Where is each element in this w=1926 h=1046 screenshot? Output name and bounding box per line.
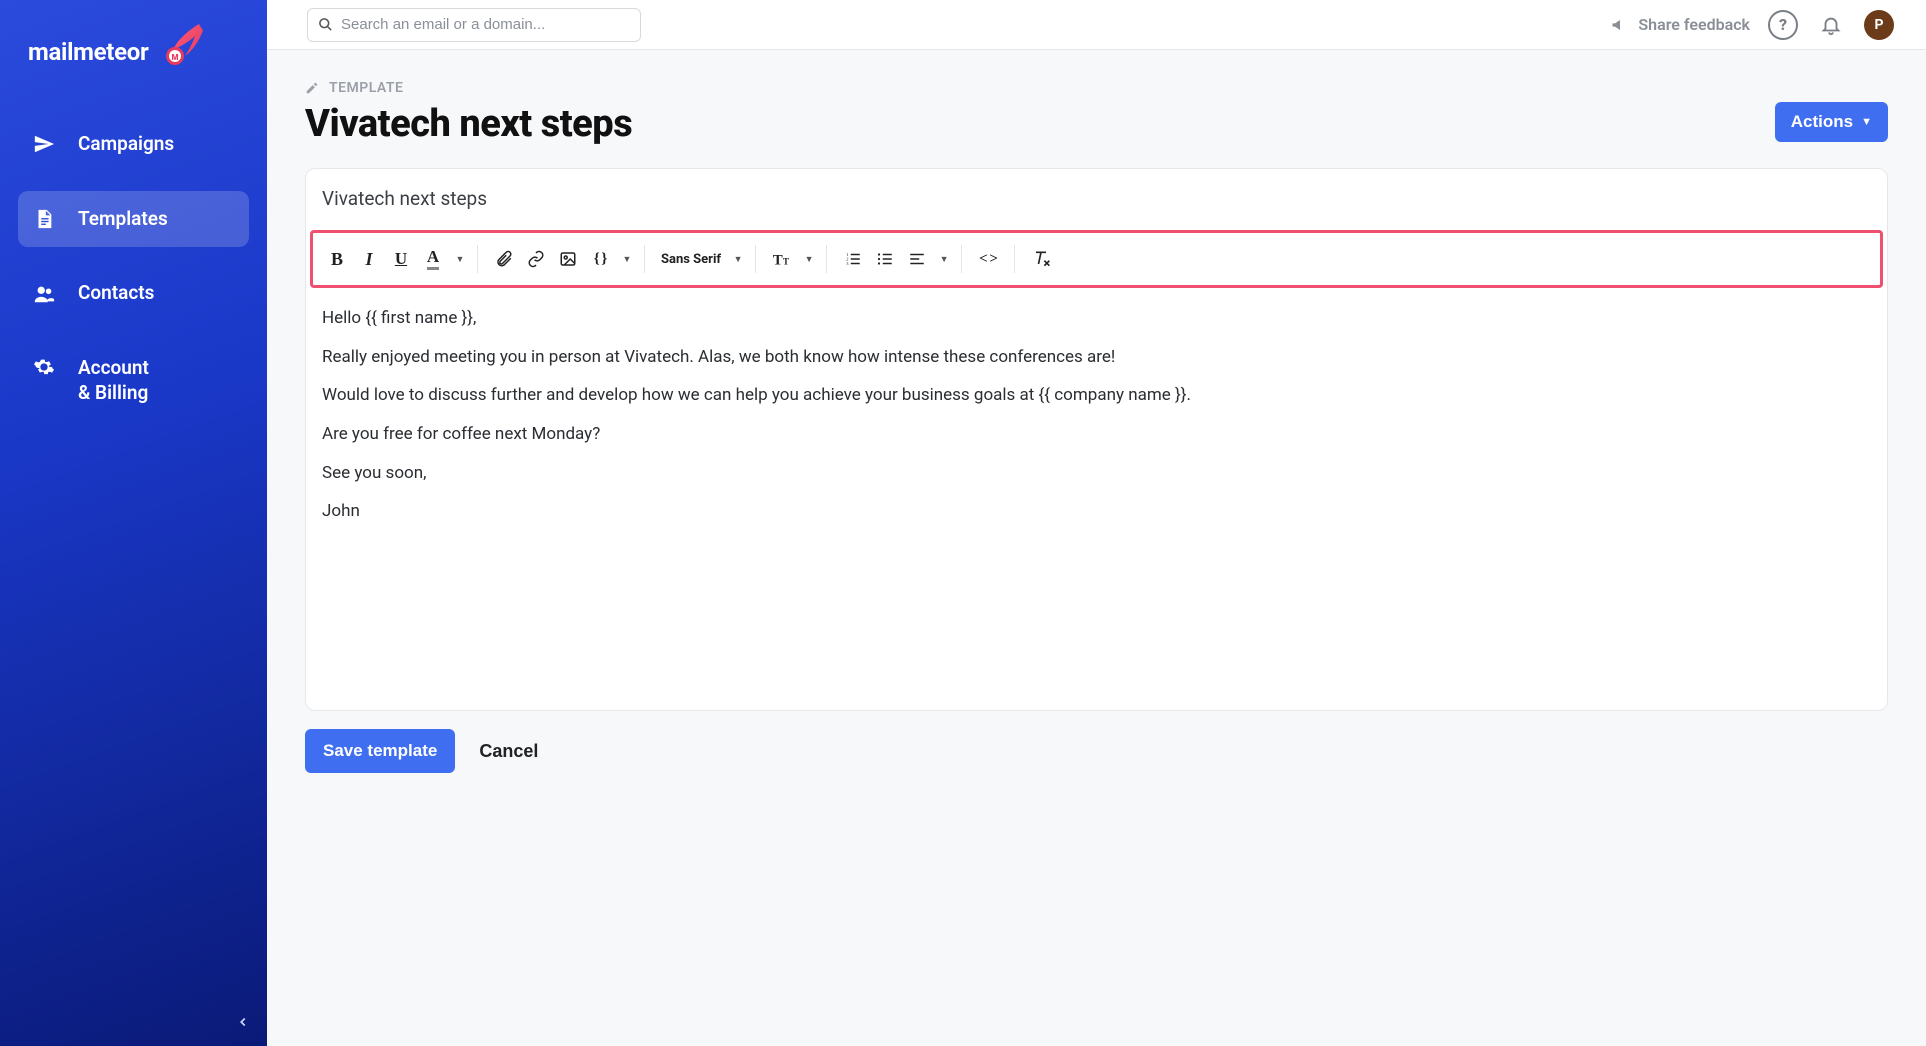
align-dropdown[interactable]: ▼ <box>933 241 951 277</box>
text-color-dropdown[interactable]: ▼ <box>449 241 467 277</box>
page-title: Vivatech next steps <box>305 102 632 146</box>
image-button[interactable] <box>552 241 584 277</box>
bell-icon <box>1820 14 1842 36</box>
avatar[interactable]: P <box>1864 10 1894 40</box>
text-size-icon: TT <box>771 248 793 270</box>
toolbar-highlight: B I U A ▼ <box>310 230 1883 288</box>
logo-comet-icon: M <box>159 20 207 68</box>
logo-text: mailmeteor <box>28 38 149 66</box>
font-size-button[interactable]: TT <box>766 241 798 277</box>
topbar: Share feedback ? P <box>267 0 1926 50</box>
toolbar-separator <box>826 245 827 273</box>
ordered-list-icon: 123 <box>844 250 862 268</box>
body-line: Hello {{ first name }}, <box>322 306 1871 331</box>
send-icon <box>32 133 56 155</box>
link-icon <box>527 250 545 268</box>
editor-card: Vivatech next steps B I U A ▼ <box>305 168 1888 711</box>
attachment-button[interactable] <box>488 241 520 277</box>
svg-text:3: 3 <box>846 261 849 266</box>
ordered-list-button[interactable]: 123 <box>837 241 869 277</box>
toolbar-separator <box>477 245 478 273</box>
document-icon <box>32 208 56 230</box>
search-icon <box>318 17 333 32</box>
underline-button[interactable]: U <box>385 241 417 277</box>
actions-dropdown-button[interactable]: Actions ▼ <box>1775 102 1888 142</box>
body-line: See you soon, <box>322 461 1871 486</box>
html-code-button[interactable]: < > <box>972 241 1004 277</box>
unordered-list-button[interactable] <box>869 241 901 277</box>
font-family-dropdown[interactable]: ▼ <box>727 241 745 277</box>
align-icon <box>908 250 926 268</box>
clear-formatting-button[interactable] <box>1025 241 1057 277</box>
align-button[interactable] <box>901 241 933 277</box>
breadcrumb: TEMPLATE <box>305 80 1888 96</box>
actions-label: Actions <box>1791 112 1853 132</box>
content: TEMPLATE Vivatech next steps Actions ▼ V… <box>267 50 1926 1046</box>
question-icon: ? <box>1779 15 1787 34</box>
sidebar: mailmeteor M Campaigns <box>0 0 267 1046</box>
variables-button[interactable]: { } <box>584 241 616 277</box>
share-feedback-button[interactable]: Share feedback <box>1610 15 1750 35</box>
sidebar-item-label: Templates <box>78 207 168 232</box>
toolbar-separator <box>1014 245 1015 273</box>
image-icon <box>559 250 577 268</box>
variables-dropdown[interactable]: ▼ <box>616 241 634 277</box>
sidebar-collapse-button[interactable] <box>231 1010 255 1034</box>
footer-actions: Save template Cancel <box>305 729 1888 773</box>
body-line: John <box>322 499 1871 524</box>
notifications-button[interactable] <box>1816 10 1846 40</box>
body-line: Are you free for coffee next Monday? <box>322 422 1871 447</box>
pencil-icon <box>305 81 319 95</box>
font-size-dropdown[interactable]: ▼ <box>798 241 816 277</box>
logo[interactable]: mailmeteor M <box>18 28 249 76</box>
svg-text:T: T <box>783 257 789 267</box>
breadcrumb-label: TEMPLATE <box>329 80 403 96</box>
sidebar-item-contacts[interactable]: Contacts <box>18 265 249 322</box>
italic-button[interactable]: I <box>353 241 385 277</box>
toolbar-separator <box>755 245 756 273</box>
toolbar-separator <box>644 245 645 273</box>
people-icon <box>32 283 56 305</box>
subject-field[interactable]: Vivatech next steps <box>306 169 1887 228</box>
sidebar-item-templates[interactable]: Templates <box>18 191 249 248</box>
link-button[interactable] <box>520 241 552 277</box>
sidebar-item-campaigns[interactable]: Campaigns <box>18 116 249 173</box>
sidebar-item-account-billing[interactable]: Account & Billing <box>18 340 249 421</box>
bold-button[interactable]: B <box>321 241 353 277</box>
main: Share feedback ? P TEMPLATE Vivatech nex… <box>267 0 1926 1046</box>
paperclip-icon <box>495 250 513 268</box>
save-template-button[interactable]: Save template <box>305 729 455 773</box>
unordered-list-icon <box>876 250 894 268</box>
avatar-initial: P <box>1874 17 1883 33</box>
svg-text:M: M <box>171 53 178 62</box>
subject-text: Vivatech next steps <box>322 187 487 210</box>
nav: Campaigns Templates Contacts Account & B… <box>18 116 249 421</box>
clear-format-icon <box>1031 249 1051 269</box>
svg-text:T: T <box>773 253 783 269</box>
chevron-down-icon: ▼ <box>1861 116 1872 128</box>
gear-icon <box>32 356 56 378</box>
editor-toolbar: B I U A ▼ <box>313 233 1880 285</box>
font-family-select[interactable]: Sans Serif <box>655 252 727 267</box>
megaphone-icon <box>1610 15 1630 35</box>
sidebar-item-label: Campaigns <box>78 132 174 157</box>
help-button[interactable]: ? <box>1768 10 1798 40</box>
sidebar-item-label: Contacts <box>78 281 154 306</box>
sidebar-item-label: Account & Billing <box>78 356 149 405</box>
search-input[interactable] <box>341 16 630 33</box>
cancel-button[interactable]: Cancel <box>479 741 538 762</box>
editor-body[interactable]: Hello {{ first name }}, Really enjoyed m… <box>306 290 1887 710</box>
text-color-button[interactable]: A <box>417 241 449 277</box>
search-input-wrap[interactable] <box>307 8 641 42</box>
body-line: Would love to discuss further and develo… <box>322 383 1871 408</box>
body-line: Really enjoyed meeting you in person at … <box>322 345 1871 370</box>
toolbar-separator <box>961 245 962 273</box>
share-feedback-label: Share feedback <box>1638 15 1750 34</box>
